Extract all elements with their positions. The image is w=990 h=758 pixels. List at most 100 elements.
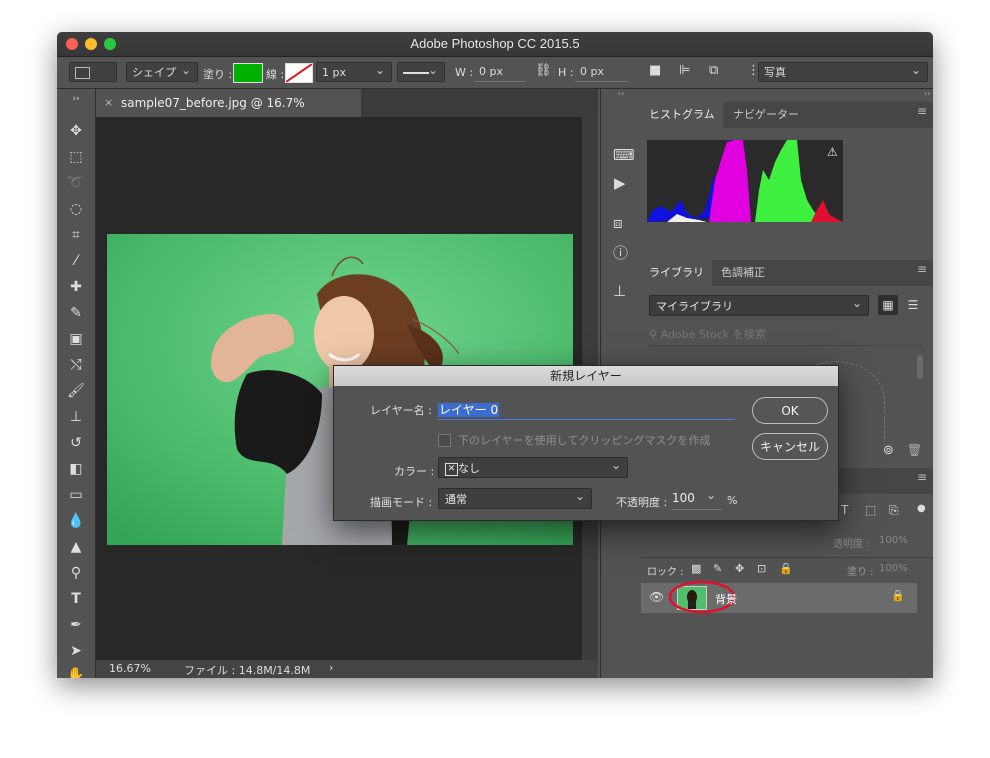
visibility-eye-icon[interactable]: 👁 xyxy=(649,590,664,604)
collapse-icon[interactable]: ›› xyxy=(64,93,88,105)
marquee-tool-icon[interactable]: ⬚ xyxy=(64,146,88,168)
panel-menu-icon[interactable]: ≡ xyxy=(917,470,927,484)
cancel-button[interactable]: キャンセル xyxy=(752,433,828,460)
tab-navigator[interactable]: ナビゲーター xyxy=(725,102,807,128)
collapse-icon[interactable]: ‹‹ xyxy=(601,89,641,101)
history-brush-tool-icon[interactable]: ↺ xyxy=(64,432,88,454)
pen-tool-icon[interactable]: ✒ xyxy=(64,614,88,636)
tab-libraries[interactable]: ライブラリ xyxy=(641,260,712,286)
blur-tool-icon[interactable]: 💧 xyxy=(64,510,88,532)
lock-transparent-icon[interactable]: ▩ xyxy=(691,562,701,575)
info-panel-icon[interactable]: ⓘ xyxy=(613,242,628,263)
grid-view-icon[interactable]: ▦ xyxy=(878,295,898,315)
path-alignment-icon[interactable]: ⊫ xyxy=(679,63,690,78)
actions-panel-icon[interactable]: ▶ xyxy=(614,174,626,192)
fill-label: 塗り : xyxy=(203,68,233,81)
stock-search-input[interactable]: ⚲ Adobe Stock を検索 xyxy=(649,325,923,346)
smart-object-filter-icon[interactable]: ⎘ xyxy=(889,503,899,518)
opacity-value: 100 xyxy=(672,491,695,505)
brush-tool-icon[interactable]: ✎ xyxy=(64,302,88,324)
dodge-tool-icon[interactable]: ⚲ xyxy=(64,562,88,584)
eyedropper-tool-icon[interactable]: ⁄ xyxy=(64,250,88,272)
shape-tool-preset-picker[interactable] xyxy=(69,62,117,82)
document-tab[interactable]: × sample07_before.jpg @ 16.7% (RGB/8*) xyxy=(96,89,361,138)
zoom-level[interactable]: 16.67% xyxy=(109,662,151,675)
stroke-width-value: 1 px xyxy=(322,66,346,79)
file-info[interactable]: ファイル : 14.8M/14.8M xyxy=(184,662,310,678)
fill-value[interactable]: 100% xyxy=(879,563,908,574)
spot-healing-tool-icon[interactable]: ✚ xyxy=(64,276,88,298)
collapse-icon[interactable]: ›› xyxy=(641,89,933,101)
layer-name-input[interactable]: レイヤー 0 xyxy=(438,399,735,420)
content-aware-move-tool-icon[interactable]: ⤭ xyxy=(64,354,88,376)
status-bar: 16.67% ファイル : 14.8M/14.8M › xyxy=(96,660,598,678)
shape-filter-icon[interactable]: ⬚ xyxy=(865,503,876,517)
clone-stamp-tool-icon[interactable]: ⊥ xyxy=(64,406,88,428)
tool-mode-value: シェイプ xyxy=(132,66,176,79)
opacity-unit: % xyxy=(727,494,738,507)
link-icon[interactable]: ⛓ xyxy=(535,63,552,78)
type-filter-icon[interactable]: T xyxy=(841,503,848,517)
opacity-label: 不透明度 : xyxy=(616,496,668,509)
frame-tool-icon[interactable]: ▣ xyxy=(64,328,88,350)
library-select[interactable]: マイライブラリ xyxy=(649,293,869,316)
layer-name-label: レイヤー名 : xyxy=(370,404,432,417)
lock-position-icon[interactable]: ✥ xyxy=(735,562,744,575)
layer-row[interactable]: 👁 背景 🔒 xyxy=(641,580,917,614)
trash-icon[interactable]: 🗑 xyxy=(907,443,922,457)
height-value: 0 px xyxy=(580,65,604,78)
histogram-warning-icon[interactable]: ⚠ xyxy=(827,145,838,159)
library-scrollbar[interactable] xyxy=(917,355,923,379)
creative-cloud-icon[interactable]: ⊚ xyxy=(883,443,894,458)
no-stroke-icon xyxy=(286,64,312,82)
tab-adjustments[interactable]: 色調補正 xyxy=(713,260,773,286)
width-input[interactable]: 0 px xyxy=(474,62,526,82)
gradient-tool-icon[interactable]: ▭ xyxy=(64,484,88,506)
layer-lock-row: ロック : ▩ ✎ ✥ ⊡ 🔒 塗り : 100% xyxy=(641,557,933,580)
fill-color-swatch[interactable] xyxy=(233,63,263,83)
hand-tool-icon[interactable]: ✋ xyxy=(64,664,88,678)
clipping-mask-checkbox[interactable] xyxy=(438,434,451,447)
crop-tool-icon[interactable]: ⌗ xyxy=(64,224,88,246)
type-tool-icon[interactable]: T xyxy=(64,588,88,610)
ok-button[interactable]: OK xyxy=(752,397,828,424)
eraser-tool-icon[interactable]: ◧ xyxy=(64,458,88,480)
quick-selection-tool-icon[interactable]: ◌ xyxy=(64,198,88,220)
lasso-tool-icon[interactable]: ➰ xyxy=(64,172,88,194)
stroke-type-select[interactable] xyxy=(397,60,445,82)
color-label: カラー : xyxy=(394,465,435,478)
solid-line-icon xyxy=(403,72,429,74)
history-panel-icon[interactable]: ⌨ xyxy=(613,146,635,164)
opacity-input[interactable]: 100 xyxy=(672,485,722,510)
panel-menu-icon[interactable]: ≡ xyxy=(917,104,927,118)
clone-source-panel-icon[interactable]: ⊥ xyxy=(613,282,626,300)
3d-panel-icon[interactable]: ⧈ xyxy=(613,214,623,232)
close-tab-icon[interactable]: × xyxy=(104,89,113,117)
lock-artboard-icon[interactable]: ⊡ xyxy=(757,562,766,575)
sharpen-tool-icon[interactable]: ▲ xyxy=(64,536,88,558)
blend-mode-select[interactable]: 通常 xyxy=(438,486,592,509)
list-view-icon[interactable]: ☰ xyxy=(903,295,923,315)
document-tab-row: × sample07_before.jpg @ 16.7% (RGB/8*) xyxy=(96,89,598,138)
photoshop-window: Adobe Photoshop CC 2015.5 シェイプ 塗り : 線 : … xyxy=(57,32,933,678)
layer-opacity-value[interactable]: 100% xyxy=(879,535,908,546)
status-arrow-icon[interactable]: › xyxy=(329,661,333,674)
filter-toggle-icon[interactable]: ● xyxy=(917,503,926,514)
path-arrangement-icon[interactable]: ⧉ xyxy=(709,63,718,78)
paintbrush-tool-icon[interactable]: 🖌 xyxy=(64,380,88,402)
panel-menu-icon[interactable]: ≡ xyxy=(917,262,927,276)
tool-mode-select[interactable]: シェイプ xyxy=(126,60,198,82)
color-select[interactable]: ✕ なし xyxy=(438,455,628,478)
stroke-width-input[interactable]: 1 px xyxy=(316,60,392,82)
layer-name-value: レイヤー 0 xyxy=(438,403,500,417)
workspace-select[interactable]: 写真 xyxy=(758,60,928,82)
path-selection-tool-icon[interactable]: ➤ xyxy=(64,640,88,662)
path-operations-icon[interactable]: ■ xyxy=(649,63,661,78)
tab-histogram[interactable]: ヒストグラム xyxy=(641,102,723,128)
move-tool-icon[interactable]: ✥ xyxy=(64,120,88,142)
lock-all-icon[interactable]: 🔒 xyxy=(779,562,793,575)
stroke-color-swatch[interactable] xyxy=(285,63,313,83)
lock-pixels-icon[interactable]: ✎ xyxy=(713,562,722,575)
blend-mode-value: 通常 xyxy=(445,493,467,506)
height-input[interactable]: 0 px xyxy=(575,62,629,82)
